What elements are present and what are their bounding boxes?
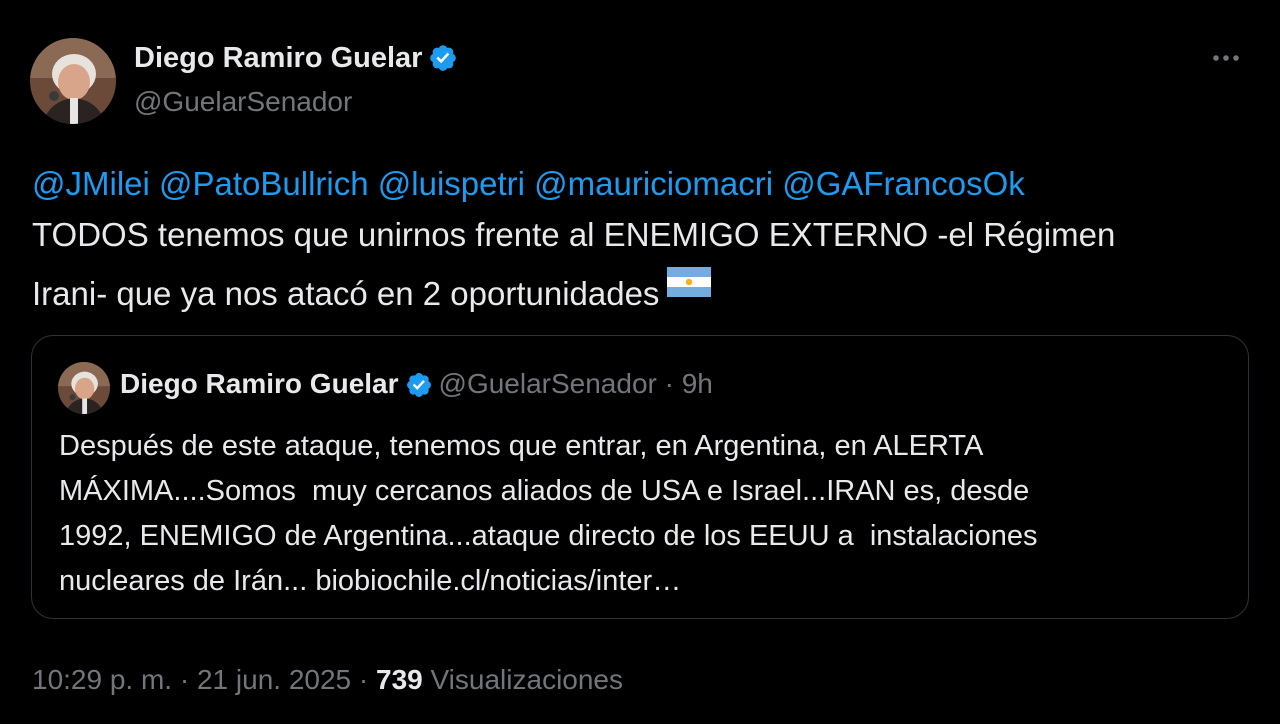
mention-mauriciomacri[interactable]: @mauriciomacri (534, 165, 773, 202)
argentina-flag-emoji (667, 260, 712, 311)
tweet-text-line-last: Irani- que ya nos atacó en 2 oportunidad… (32, 260, 1252, 319)
avatar-image (58, 362, 110, 414)
mention-patobullrich[interactable]: @PatoBullrich (159, 165, 369, 202)
author-name-text: Diego Ramiro Guelar (134, 42, 423, 74)
tweet-text: @JMilei @PatoBullrich @luispetri @mauric… (32, 158, 1252, 319)
more-horizontal-icon (1213, 55, 1239, 61)
quoted-text-line: nucleares de Irán... biobiochile.cl/noti… (59, 565, 682, 597)
quoted-text-line: MÁXIMA....Somos muy cercanos aliados de … (59, 475, 1030, 507)
separator-dot: · (664, 368, 674, 399)
mention-gafrancosok[interactable]: @GAFrancosOk (782, 165, 1025, 202)
tweet-text-line: TODOS tenemos que unirnos frente al ENEM… (32, 216, 1116, 253)
verified-badge-icon (428, 43, 458, 81)
mentions-line: @JMilei @PatoBullrich @luispetri @mauric… (32, 158, 1252, 209)
tweet-meta: 10:29 p. m. · 21 jun. 2025 · 739 Visuali… (32, 664, 623, 696)
mention-luispetri[interactable]: @luispetri (378, 165, 525, 202)
quoted-author-handle[interactable]: @GuelarSenador (439, 368, 657, 399)
tweet-date[interactable]: 21 jun. 2025 (197, 664, 351, 695)
quoted-tweet-header: Diego Ramiro Guelar @GuelarSenador · 9h (120, 368, 713, 406)
author-avatar[interactable] (30, 38, 116, 124)
author-name[interactable]: Diego Ramiro Guelar (134, 42, 458, 81)
verified-badge-icon (405, 371, 433, 406)
tweet-time[interactable]: 10:29 p. m. (32, 664, 172, 695)
quoted-tweet-time[interactable]: 9h (682, 368, 713, 399)
quoted-author-name[interactable]: Diego Ramiro Guelar (120, 368, 399, 399)
views-label: Visualizaciones (430, 664, 624, 695)
avatar-image (30, 38, 116, 124)
separator-dot: · (179, 664, 190, 695)
author-handle[interactable]: @GuelarSenador (134, 86, 352, 118)
tweet-text-line: Irani- que ya nos atacó en 2 oportunidad… (32, 275, 660, 312)
mention-jmilei[interactable]: @JMilei (32, 165, 150, 202)
quoted-text-line: Después de este ataque, tenemos que entr… (59, 430, 984, 462)
separator-dot: · (358, 664, 369, 695)
quoted-author-avatar[interactable] (58, 362, 110, 414)
quoted-tweet-text: Después de este ataque, tenemos que entr… (59, 424, 1229, 604)
quoted-tweet-card[interactable]: Diego Ramiro Guelar @GuelarSenador · 9h D… (31, 335, 1249, 619)
views-count: 739 (376, 664, 423, 695)
more-options-button[interactable] (1206, 42, 1246, 74)
quoted-text-line: 1992, ENEMIGO de Argentina...ataque dire… (59, 520, 1038, 552)
